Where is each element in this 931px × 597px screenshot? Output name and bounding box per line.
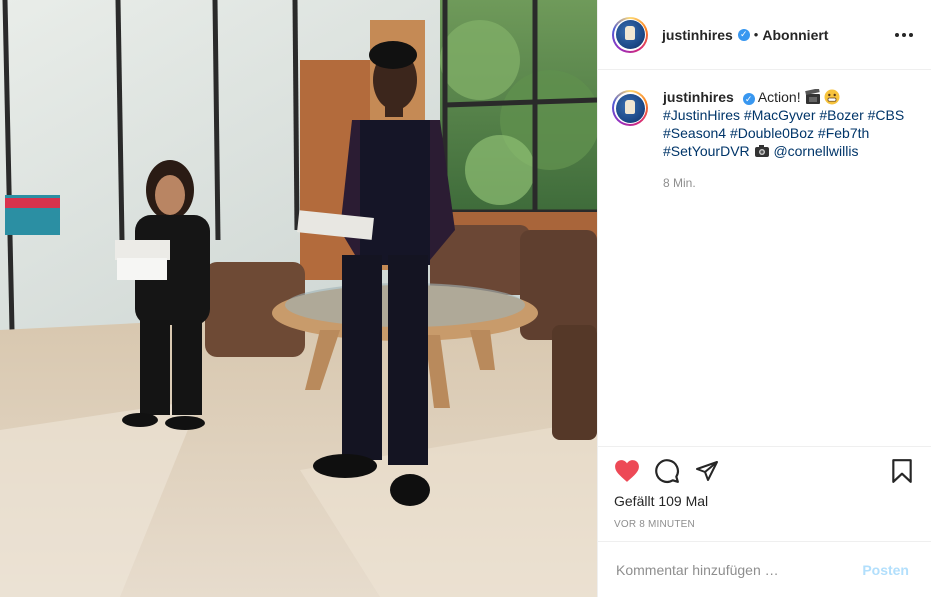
post-photo[interactable] xyxy=(0,0,597,597)
follow-status-button[interactable]: Abonniert xyxy=(762,27,828,43)
likes-count[interactable]: Gefällt 109 Mal xyxy=(614,493,915,509)
caption-body: justinhires ✓ Action! #JustinHires #MacG… xyxy=(663,88,904,192)
post-sidebar: justinhires ✓ • Abonniert justinhires ✓ xyxy=(597,0,931,597)
caption-username[interactable]: justinhires xyxy=(663,89,734,105)
like-button[interactable] xyxy=(614,458,640,484)
heart-filled-icon xyxy=(615,460,639,482)
comments-area: justinhires ✓ Action! #JustinHires #MacG… xyxy=(598,70,931,446)
mention-link[interactable]: @cornellwillis xyxy=(773,143,858,159)
caption-age: 8 Min. xyxy=(663,176,696,190)
clapper-board-emoji xyxy=(804,89,820,104)
hashtag-link[interactable]: #Season4 xyxy=(663,125,726,141)
paper-plane-icon xyxy=(696,461,718,481)
camera-emoji xyxy=(754,145,769,157)
hashtag-link[interactable]: #Bozer xyxy=(819,107,863,123)
post-comment-button[interactable]: Posten xyxy=(856,561,915,579)
comment-input[interactable] xyxy=(614,560,857,579)
instagram-post-modal: justinhires ✓ • Abonniert justinhires ✓ xyxy=(0,0,931,597)
hashtag-link[interactable]: #MacGyver xyxy=(744,107,816,123)
action-icon-row xyxy=(614,453,915,489)
hashtag-link[interactable]: #JustinHires xyxy=(663,107,740,123)
avatar-icon xyxy=(615,20,645,49)
header-separator: • xyxy=(753,27,759,42)
photo-scene xyxy=(0,0,597,597)
author-username[interactable]: justinhires xyxy=(662,27,733,43)
avatar-icon xyxy=(615,93,645,123)
grinning-face-emoji xyxy=(824,89,840,105)
hashtag-link[interactable]: #Double0Boz xyxy=(730,125,814,141)
avatar-ring xyxy=(614,92,646,124)
comment-bubble-icon xyxy=(655,459,679,483)
post-caption: justinhires ✓ Action! #JustinHires #MacG… xyxy=(612,88,917,192)
post-actions: Gefällt 109 Mal vor 8 Minuten xyxy=(598,446,931,541)
save-button[interactable] xyxy=(889,458,915,484)
hashtag-link[interactable]: #CBS xyxy=(868,107,905,123)
verified-badge-icon: ✓ xyxy=(742,93,755,105)
post-timestamp[interactable]: vor 8 Minuten xyxy=(614,519,915,530)
hashtag-link[interactable]: #Feb7th xyxy=(818,125,869,141)
avatar-ring xyxy=(614,18,646,51)
caption-text: Action! xyxy=(757,89,801,105)
caption-author-avatar[interactable] xyxy=(612,90,648,126)
add-comment-bar: Posten xyxy=(598,541,931,597)
author-avatar[interactable] xyxy=(612,16,648,53)
more-options-icon[interactable] xyxy=(891,29,917,41)
hashtag-link[interactable]: #SetYourDVR xyxy=(663,143,750,159)
verified-badge-icon: ✓ xyxy=(737,28,750,41)
bookmark-icon xyxy=(892,459,912,483)
post-header: justinhires ✓ • Abonniert xyxy=(598,0,931,70)
share-button[interactable] xyxy=(694,458,720,484)
comment-button[interactable] xyxy=(654,458,680,484)
